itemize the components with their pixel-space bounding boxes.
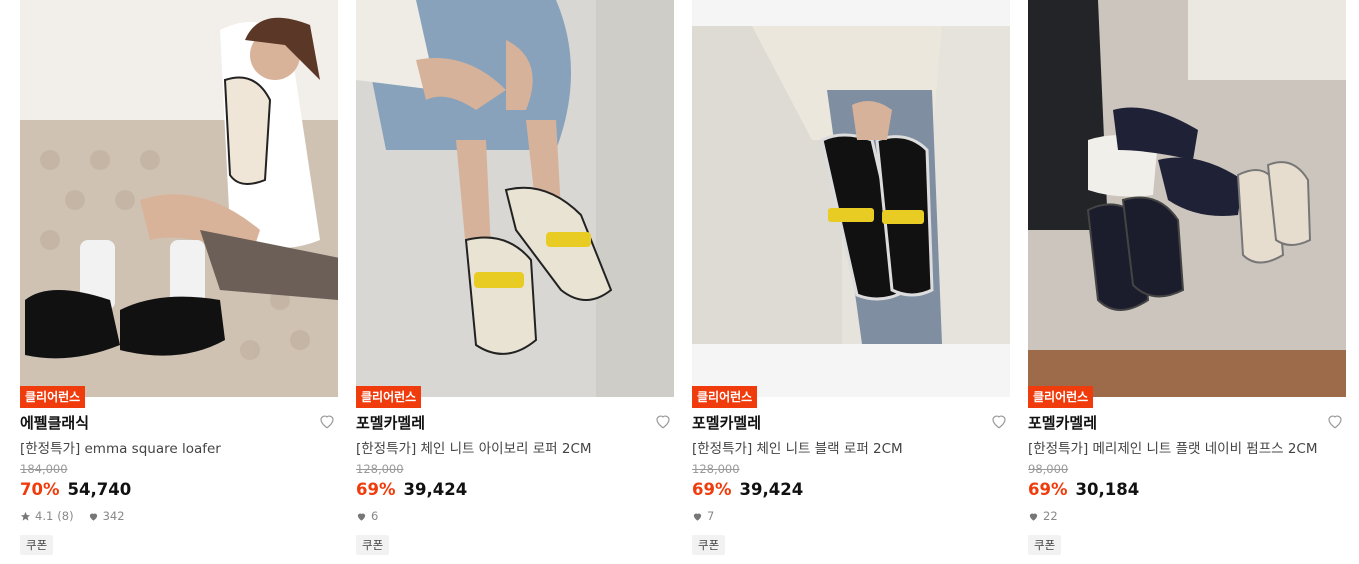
product-title[interactable]: [한정특가] 체인 니트 블랙 로퍼 2CM [692, 437, 903, 457]
original-price: 128,000 [356, 462, 404, 476]
product-card[interactable]: 클리어런스 포멜카멜레 [한정특가] 메리제인 니트 플랫 네이비 펌프스 2C… [1028, 0, 1346, 564]
brand-name[interactable]: 에펠클래식 [20, 412, 89, 433]
original-price: 98,000 [1028, 462, 1069, 476]
product-image[interactable] [692, 0, 1010, 397]
product-card[interactable]: 클리어런스 포멜카멜레 [한정특가] 체인 니트 아이보리 로퍼 2CM 128… [356, 0, 674, 564]
product-title[interactable]: [한정특가] emma square loafer [20, 437, 221, 457]
sale-price: 39,424 [739, 480, 804, 499]
product-image[interactable] [356, 0, 674, 397]
like-count: 6 [371, 509, 379, 523]
original-price: 184,000 [20, 462, 68, 476]
coupon-tag: 쿠폰 [356, 535, 390, 555]
discount-rate: 69% [356, 480, 396, 499]
clearance-badge: 클리어런스 [356, 386, 422, 408]
price-line: 69% 30,184 [1028, 480, 1139, 499]
rating-value: 4.1 [35, 509, 54, 523]
coupon-tag: 쿠폰 [1028, 535, 1062, 555]
product-image[interactable] [1028, 0, 1346, 397]
like-count: 7 [707, 509, 715, 523]
like-icon [692, 511, 703, 522]
like-icon [1028, 511, 1039, 522]
discount-rate: 70% [20, 480, 60, 499]
brand-name[interactable]: 포멜카멜레 [692, 412, 761, 433]
review-count: (8) [57, 509, 74, 523]
heart-icon[interactable] [1326, 412, 1344, 430]
product-card[interactable]: 클리어런스 에펠클래식 [한정특가] emma square loafer 18… [20, 0, 338, 564]
price-line: 70% 54,740 [20, 480, 131, 499]
clearance-badge: 클리어런스 [1028, 386, 1094, 408]
like-icon [88, 511, 99, 522]
product-meta: 6 [356, 509, 378, 523]
product-image[interactable] [20, 0, 338, 397]
coupon-tag: 쿠폰 [692, 535, 726, 555]
heart-icon[interactable] [318, 412, 336, 430]
brand-name[interactable]: 포멜카멜레 [356, 412, 425, 433]
product-card[interactable]: 클리어런스 포멜카멜레 [한정특가] 체인 니트 블랙 로퍼 2CM 128,0… [692, 0, 1010, 564]
heart-icon[interactable] [654, 412, 672, 430]
sale-price: 30,184 [1075, 480, 1140, 499]
original-price: 128,000 [692, 462, 740, 476]
product-meta: 4.1 (8) 342 [20, 509, 125, 523]
product-title[interactable]: [한정특가] 메리제인 니트 플랫 네이비 펌프스 2CM [1028, 437, 1318, 457]
discount-rate: 69% [692, 480, 732, 499]
product-meta: 22 [1028, 509, 1058, 523]
heart-icon[interactable] [990, 412, 1008, 430]
coupon-tag: 쿠폰 [20, 535, 54, 555]
product-title[interactable]: [한정특가] 체인 니트 아이보리 로퍼 2CM [356, 437, 592, 457]
price-line: 69% 39,424 [692, 480, 803, 499]
sale-price: 54,740 [67, 480, 132, 499]
like-count: 22 [1043, 509, 1058, 523]
price-line: 69% 39,424 [356, 480, 467, 499]
sale-price: 39,424 [403, 480, 468, 499]
product-grid: 클리어런스 에펠클래식 [한정특가] emma square loafer 18… [0, 0, 1359, 564]
brand-name[interactable]: 포멜카멜레 [1028, 412, 1097, 433]
discount-rate: 69% [1028, 480, 1068, 499]
clearance-badge: 클리어런스 [692, 386, 758, 408]
clearance-badge: 클리어런스 [20, 386, 86, 408]
star-icon [20, 511, 31, 522]
like-icon [356, 511, 367, 522]
like-count: 342 [102, 509, 125, 523]
product-meta: 7 [692, 509, 714, 523]
